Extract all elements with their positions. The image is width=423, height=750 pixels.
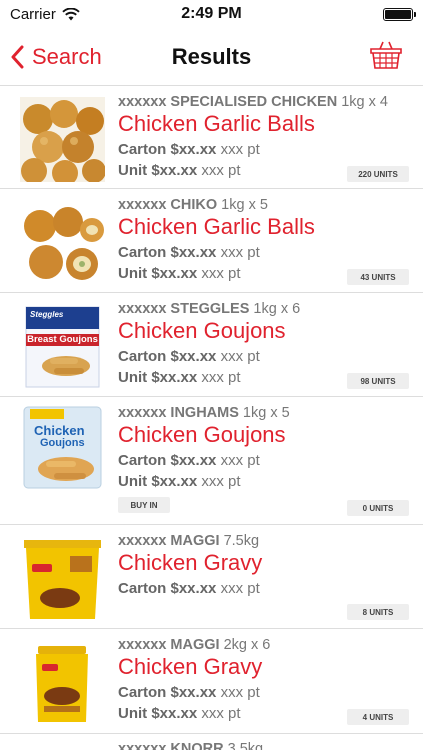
units-badge: 8 UNITS bbox=[347, 604, 409, 620]
pack-size: 1kg x 4 bbox=[341, 94, 388, 110]
brand-line: xxxxxx STEGGLES 1kg x 6 bbox=[118, 301, 413, 317]
item-info: xxxxxx INGHAMS 1kg x 5 Chicken Goujons C… bbox=[118, 405, 413, 490]
status-left: Carrier bbox=[10, 6, 80, 23]
product-name: Chicken Garlic Balls bbox=[118, 214, 315, 239]
package-title-text: Goujons bbox=[40, 437, 85, 449]
battery-icon bbox=[383, 7, 416, 21]
brand-code: xxxxxx KNORR bbox=[118, 741, 224, 750]
product-image-garlic-balls-cut bbox=[20, 200, 105, 285]
product-name: Chicken Gravy bbox=[118, 550, 263, 575]
units-badge: 43 UNITS bbox=[347, 269, 409, 285]
chevron-left-icon bbox=[11, 45, 24, 68]
nav-bar: Search Results bbox=[0, 28, 423, 86]
wifi-icon bbox=[62, 7, 80, 20]
brand-code: xxxxxx STEGGLES bbox=[118, 301, 250, 317]
status-bar: Carrier 2:49 PM bbox=[0, 0, 423, 28]
brand-code: xxxxxx SPECIALISED CHICKEN bbox=[118, 94, 338, 110]
item-info: xxxxxx MAGGI 7.5kg Chicken Gravy Carton … bbox=[118, 533, 413, 597]
carton-price: Carton $xx.xx xxx pt bbox=[118, 141, 260, 158]
carrier-label: Carrier bbox=[10, 5, 56, 23]
brand-code: xxxxxx CHIKO bbox=[118, 197, 218, 213]
brand-code: xxxxxx MAGGI bbox=[118, 637, 220, 653]
carton-price: Carton $xx.xx xxx pt bbox=[118, 684, 260, 701]
brand-line: xxxxxx KNORR 3.5kg bbox=[118, 741, 413, 750]
page-title: Results bbox=[171, 43, 252, 69]
product-name: Chicken Goujons bbox=[118, 422, 286, 447]
brand-line: xxxxxx INGHAMS 1kg x 5 bbox=[118, 405, 413, 421]
pack-size: 1kg x 6 bbox=[253, 301, 301, 317]
back-label: Search bbox=[32, 43, 102, 69]
package-brand-text: Steggles bbox=[30, 310, 64, 319]
brand-code: xxxxxx MAGGI bbox=[118, 533, 220, 549]
product-image-inghams-bag: Chicken Goujons bbox=[20, 405, 105, 490]
carton-price: Carton $xx.xx xxx pt bbox=[118, 580, 260, 597]
product-image-maggi-tub bbox=[20, 640, 105, 725]
pack-size: 1kg x 5 bbox=[242, 405, 290, 421]
list-item[interactable]: Chicken Goujons xxxxxx INGHAMS 1kg x 5 C… bbox=[0, 397, 423, 525]
product-image-garlic-balls bbox=[20, 97, 105, 182]
list-item[interactable]: xxxxxx MAGGI 7.5kg Chicken Gravy Carton … bbox=[0, 525, 423, 629]
carton-price: Carton $xx.xx xxx pt bbox=[118, 244, 260, 261]
back-button[interactable]: Search bbox=[0, 44, 102, 70]
brand-line: xxxxxx MAGGI 2kg x 6 bbox=[118, 637, 413, 653]
product-name: Chicken Gravy bbox=[118, 654, 263, 679]
unit-price: Unit $xx.xx xxx pt bbox=[118, 473, 241, 490]
pack-size: 7.5kg bbox=[223, 533, 260, 549]
units-badge: 98 UNITS bbox=[347, 373, 409, 389]
package-brand-text: Chicken bbox=[34, 423, 85, 438]
carton-price: Carton $xx.xx xxx pt bbox=[118, 452, 260, 469]
list-item[interactable]: xxxxxx SPECIALISED CHICKEN 1kg x 4 Chick… bbox=[0, 86, 423, 189]
list-item[interactable]: xxxxxx MAGGI 2kg x 6 Chicken Gravy Carto… bbox=[0, 629, 423, 734]
package-title-text: Breast Goujons bbox=[27, 334, 98, 345]
results-list: xxxxxx SPECIALISED CHICKEN 1kg x 4 Chick… bbox=[0, 86, 423, 750]
basket-icon[interactable] bbox=[369, 40, 403, 70]
item-info: xxxxxx KNORR 3.5kg bbox=[118, 741, 413, 750]
product-image-steggles-box: Steggles Breast Goujons bbox=[20, 304, 105, 389]
product-image-maggi-bucket bbox=[20, 536, 105, 621]
pack-size: 2kg x 6 bbox=[223, 637, 271, 653]
brand-code: xxxxxx INGHAMS bbox=[118, 405, 239, 421]
brand-line: xxxxxx SPECIALISED CHICKEN 1kg x 4 bbox=[118, 94, 413, 110]
carton-price: Carton $xx.xx xxx pt bbox=[118, 348, 260, 365]
buy-in-button[interactable]: BUY IN bbox=[118, 497, 170, 513]
pack-size: 3.5kg bbox=[227, 741, 264, 750]
product-name: Chicken Goujons bbox=[118, 318, 286, 343]
units-badge: 220 UNITS bbox=[347, 166, 409, 182]
battery-fill bbox=[385, 9, 411, 19]
brand-line: xxxxxx MAGGI 7.5kg bbox=[118, 533, 413, 549]
list-item[interactable]: xxxxxx CHIKO 1kg x 5 Chicken Garlic Ball… bbox=[0, 189, 423, 293]
units-badge: 0 UNITS bbox=[347, 500, 409, 516]
list-item[interactable]: xxxxxx KNORR 3.5kg bbox=[0, 734, 423, 750]
units-badge: 4 UNITS bbox=[347, 709, 409, 725]
product-name: Chicken Garlic Balls bbox=[118, 111, 315, 136]
status-time: 2:49 PM bbox=[181, 5, 242, 22]
brand-line: xxxxxx CHIKO 1kg x 5 bbox=[118, 197, 413, 213]
list-item[interactable]: Steggles Breast Goujons xxxxxx STEGGLES … bbox=[0, 293, 423, 397]
pack-size: 1kg x 5 bbox=[221, 197, 268, 213]
